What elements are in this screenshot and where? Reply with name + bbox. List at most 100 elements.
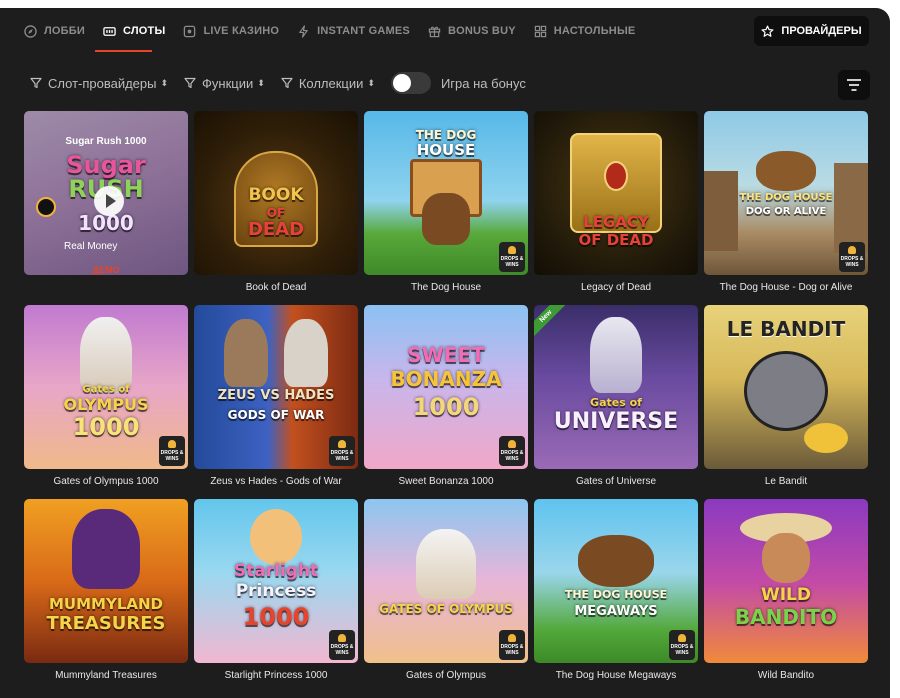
game-logo-line: THE DOG HOUSE [739, 192, 833, 203]
game-thumbnail: Gates of UNIVERSE New [534, 305, 698, 469]
game-title: Sweet Bonanza 1000 [398, 476, 494, 487]
game-title: Legacy of Dead [580, 282, 652, 293]
game-title: The Dog House [410, 282, 482, 293]
active-tab-indicator [95, 50, 152, 52]
tab-label: LIVE КАЗИНО [203, 25, 280, 37]
zeus-figure [224, 319, 268, 387]
game-card[interactable]: MUMMYLAND TREASURES Mummyland Treasures [24, 499, 188, 693]
tab-instant-games[interactable]: INSTANT GAMES [297, 21, 410, 41]
game-logo-line: THE DOG [415, 128, 477, 142]
game-card[interactable]: Gates of OLYMPUS 1000 DROPS & WINS Gates… [24, 305, 188, 499]
game-thumbnail: THE DOG HOUSE DOG OR ALIVE DROPS & WINS [704, 111, 868, 275]
game-grid: Sugar Rush 1000 Sugar RUSH 1000 Real Mon… [24, 111, 870, 693]
tab-lobby[interactable]: ЛОББИ [24, 21, 85, 41]
game-card[interactable]: WILD BANDITO Wild Bandito [704, 499, 868, 693]
real-money-icon[interactable] [36, 197, 56, 217]
sort-menu-button[interactable] [838, 70, 870, 100]
filter-features[interactable]: Функции ⬍ [184, 76, 265, 91]
star-icon [761, 25, 774, 37]
tab-label: INSTANT GAMES [317, 25, 410, 37]
featured-title: Sugar Rush 1000 [65, 136, 147, 147]
game-card[interactable]: THE DOG HOUSE MEGAWAYS DROPS & WINS The … [534, 499, 698, 693]
providers-button[interactable]: ПРОВАЙДЕРЫ [754, 16, 869, 46]
tab-slots[interactable]: СЛОТЫ [103, 21, 165, 41]
providers-button-label: ПРОВАЙДЕРЫ [781, 25, 862, 37]
drops-wins-badge: DROPS & WINS [329, 630, 355, 660]
game-card[interactable]: BOOK OF DEAD Book of Dead [194, 111, 358, 305]
game-thumbnail: Starlight Princess 1000 DROPS & WINS [194, 499, 358, 663]
game-title: Gates of Olympus 1000 [53, 476, 159, 487]
game-title: Le Bandit [764, 476, 808, 487]
filter-label: Слот-провайдеры [48, 75, 157, 91]
scarab-gem [604, 161, 628, 191]
game-title: Gates of Olympus [405, 670, 487, 681]
filter-icon [30, 77, 42, 89]
game-card[interactable]: THE DOG HOUSE DOG OR ALIVE DROPS & WINS … [704, 111, 868, 305]
game-logo-line: TREASURES [46, 613, 166, 634]
game-card[interactable]: GATES OF OLYMPUS DROPS & WINS Gates of O… [364, 499, 528, 693]
game-card[interactable]: LE BANDIT Le Bandit [704, 305, 868, 499]
bonus-toggle[interactable] [390, 72, 431, 94]
filter-slot-providers[interactable]: Слот-провайдеры ⬍ [30, 76, 168, 91]
filter-icon [184, 77, 196, 89]
game-card[interactable]: SWEET BONANZA 1000 DROPS & WINS Sweet Bo… [364, 305, 528, 499]
game-logo-line: BONANZA [390, 367, 502, 391]
game-thumbnail: THE DOG HOUSE MEGAWAYS DROPS & WINS [534, 499, 698, 663]
sort-chevron-icon: ⬍ [367, 77, 375, 88]
drops-wins-badge: DROPS & WINS [839, 242, 865, 272]
game-logo-line: Princess [235, 581, 317, 601]
game-card[interactable]: THE DOG HOUSE DROPS & WINS The Dog House [364, 111, 528, 305]
sort-chevron-icon: ⬍ [160, 77, 169, 88]
game-logo-line: WILD [760, 585, 812, 605]
play-icon[interactable] [94, 186, 124, 216]
zeus-figure [590, 317, 642, 393]
game-logo-line: THE DOG HOUSE [564, 588, 668, 601]
compass-icon [24, 24, 37, 38]
bandito-face [762, 533, 810, 583]
game-title: Zeus vs Hades - Gods of War [210, 476, 342, 487]
game-card-featured[interactable]: Sugar Rush 1000 Sugar RUSH 1000 Real Mon… [24, 111, 188, 305]
game-title: The Dog House - Dog or Alive [719, 282, 853, 293]
grid-icon [534, 25, 546, 37]
gold-coins [804, 423, 848, 453]
game-logo-line: Gates of [590, 396, 642, 409]
game-logo-line: 1000 [412, 393, 480, 421]
drops-wins-badge: DROPS & WINS [499, 630, 525, 660]
game-thumbnail: LEGACY OF DEAD [534, 111, 698, 275]
game-card[interactable]: ZEUS VS HADES GODS OF WAR DROPS & WINS Z… [194, 305, 358, 499]
game-card[interactable]: Starlight Princess 1000 DROPS & WINS Sta… [194, 499, 358, 693]
real-money-label[interactable]: Real Money [64, 242, 117, 252]
game-thumbnail: WILD BANDITO [704, 499, 868, 663]
game-logo-line: GODS OF WAR [227, 408, 325, 422]
drops-wins-badge: DROPS & WINS [499, 242, 525, 272]
zeus-figure [416, 529, 476, 599]
game-logo-line: LEGACY [583, 213, 649, 231]
game-title: Starlight Princess 1000 [224, 670, 328, 681]
princess-figure [250, 509, 302, 565]
tab-label: НАСТОЛЬНЫЕ [553, 25, 636, 37]
game-logo-line: Starlight [233, 561, 319, 581]
drops-wins-badge: DROPS & WINS [499, 436, 525, 466]
sort-chevron-icon: ⬍ [257, 77, 265, 88]
filter-collections[interactable]: Коллекции ⬍ [281, 76, 375, 91]
drops-wins-badge: DROPS & WINS [329, 436, 355, 466]
game-logo-line: OLYMPUS [63, 395, 149, 414]
demo-link[interactable]: ДЕМО [24, 266, 188, 275]
game-logo-line: ZEUS VS HADES [217, 388, 335, 403]
game-card[interactable]: Gates of UNIVERSE New Gates of Universe [534, 305, 698, 499]
tab-live-casino[interactable]: LIVE КАЗИНО [183, 21, 279, 41]
game-logo-line: OF [266, 206, 286, 220]
game-thumbnail: ZEUS VS HADES GODS OF WAR DROPS & WINS [194, 305, 358, 469]
game-card[interactable]: LEGACY OF DEAD Legacy of Dead [534, 111, 698, 305]
sort-lines-icon [847, 79, 861, 91]
toggle-knob [392, 74, 411, 92]
game-logo-line: UNIVERSE [553, 409, 679, 434]
tab-bonus-buy[interactable]: BONUS BUY [428, 21, 516, 41]
game-thumbnail: BOOK OF DEAD [194, 111, 358, 275]
bonus-toggle-label: Игра на бонус [440, 75, 526, 91]
tab-label: ЛОББИ [44, 25, 85, 37]
game-title: The Dog House Megaways [555, 670, 677, 681]
game-title: Mummyland Treasures [55, 670, 157, 681]
tab-label: BONUS BUY [447, 25, 516, 37]
tab-table-games[interactable]: НАСТОЛЬНЫЕ [534, 21, 636, 41]
